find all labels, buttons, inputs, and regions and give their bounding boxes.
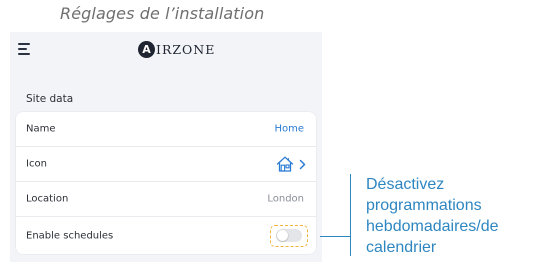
row-icon[interactable]: Icon xyxy=(16,147,316,182)
site-data-card: Name Home Icon Location London Enable sc… xyxy=(16,112,316,254)
logo-mark: A xyxy=(138,40,155,58)
location-value: London xyxy=(267,193,304,205)
toggle-knob xyxy=(277,229,288,241)
airzone-logo: A IRZONE xyxy=(138,38,215,60)
app-header: A IRZONE xyxy=(10,32,322,66)
page-heading: Réglages de l’installation xyxy=(60,4,265,23)
icon-selector[interactable] xyxy=(275,154,306,174)
callout-line: calendrier xyxy=(366,239,437,256)
row-label: Enable schedules xyxy=(26,230,114,241)
chevron-right-icon xyxy=(299,159,306,169)
section-title: Site data xyxy=(26,93,74,105)
toggle-highlight xyxy=(270,224,308,247)
menu-icon[interactable] xyxy=(18,43,32,55)
logo-text: IRZONE xyxy=(156,41,216,57)
name-value[interactable]: Home xyxy=(274,124,304,135)
callout-line: programmations xyxy=(366,197,482,214)
row-label: Icon xyxy=(26,158,47,170)
callout-text: Désactivez programmations hebdomadaires/… xyxy=(366,174,548,258)
home-icon xyxy=(276,156,294,172)
app-screen: A IRZONE Site data Name Home Icon Locati… xyxy=(10,32,322,262)
callout-line-vertical xyxy=(350,174,352,256)
row-enable-schedules: Enable schedules xyxy=(16,217,316,254)
callout-line: Désactivez xyxy=(366,176,445,193)
row-label: Location xyxy=(26,193,69,205)
enable-schedules-toggle[interactable] xyxy=(276,228,302,242)
row-label: Name xyxy=(26,123,56,135)
row-location[interactable]: Location London xyxy=(16,182,316,217)
row-name[interactable]: Name Home xyxy=(16,112,316,147)
callout-line-horizontal xyxy=(320,236,351,238)
callout-line: hebdomadaires/de xyxy=(366,218,499,235)
